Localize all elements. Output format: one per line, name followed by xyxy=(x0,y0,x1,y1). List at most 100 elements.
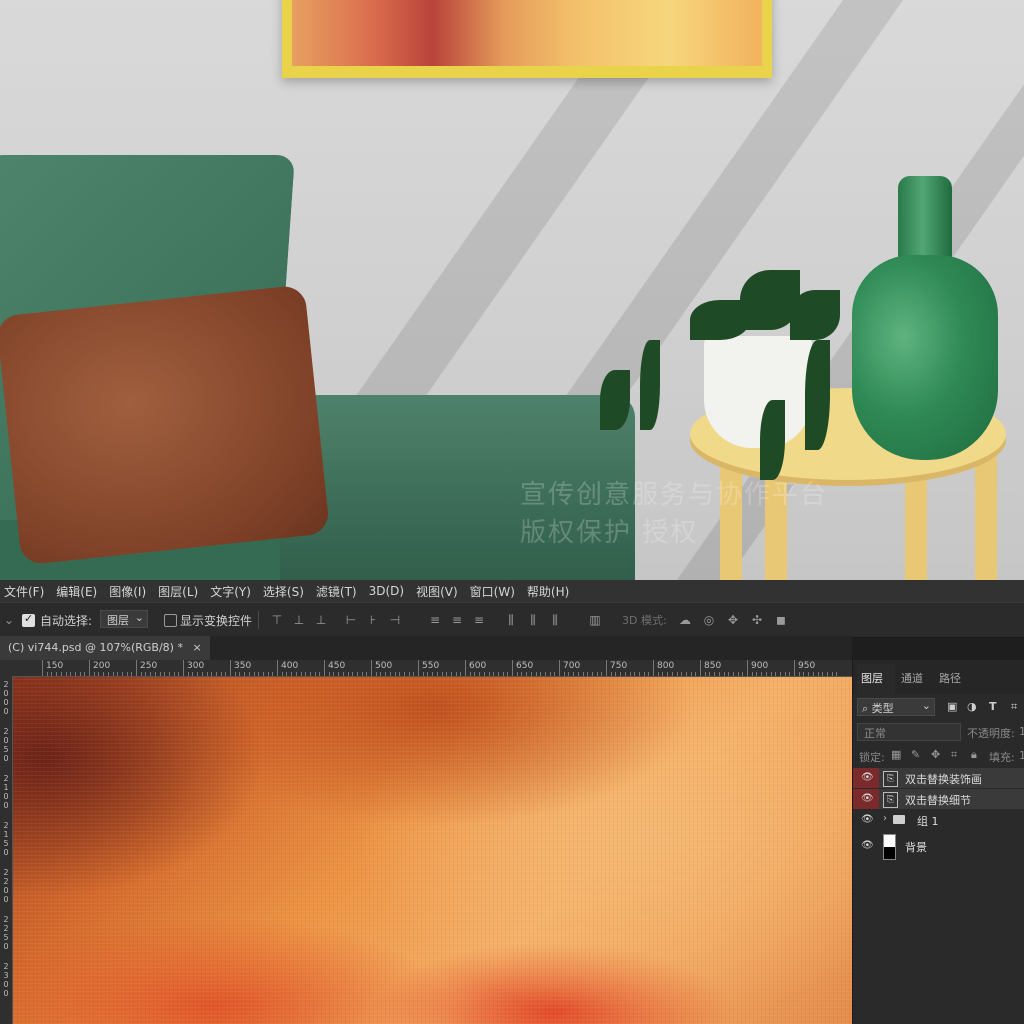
auto-select-checkbox[interactable] xyxy=(22,612,35,627)
ruler-tick xyxy=(187,672,189,676)
ruler-tick xyxy=(446,672,448,676)
layer-filter-value: 类型 xyxy=(871,702,894,715)
ruler-label: 850 xyxy=(704,661,722,671)
ruler-tick xyxy=(286,672,288,676)
menu-help[interactable]: 帮助(H) xyxy=(523,583,577,600)
ruler-tick xyxy=(723,672,725,676)
mockup-scene: 宣传创意服务与协作平台 版权保护 授权 xyxy=(0,0,1024,580)
ruler-tick xyxy=(615,672,617,676)
table-leg xyxy=(975,450,997,580)
eye-icon[interactable]: 👁︎ xyxy=(861,814,875,826)
close-icon[interactable]: × xyxy=(192,641,201,654)
menu-filter[interactable]: 滤镜(T) xyxy=(312,583,365,600)
roll-3d-icon[interactable]: ◎ xyxy=(702,613,716,627)
ruler-label: 2000 xyxy=(3,680,9,716)
lock-image-icon[interactable]: ✎ xyxy=(911,748,920,761)
tab-paths[interactable]: 路径 xyxy=(939,670,961,686)
menu-select[interactable]: 选择(S) xyxy=(259,583,312,600)
slide-3d-icon[interactable]: ✣ xyxy=(750,613,764,627)
eye-icon[interactable]: 👁︎ xyxy=(861,840,875,852)
ruler-tick xyxy=(79,672,81,676)
fill-value[interactable]: 1 xyxy=(1019,749,1024,762)
opacity-value[interactable]: 1 xyxy=(1019,725,1024,738)
ruler-tick xyxy=(366,672,368,676)
document-canvas[interactable] xyxy=(13,677,852,1024)
align-hcenter-icon[interactable]: ⊦ xyxy=(366,613,380,627)
distribute-right-icon[interactable]: ⫼ xyxy=(548,613,562,627)
ruler-label: 700 xyxy=(563,661,581,671)
plant-leaf xyxy=(760,400,785,480)
layer-row[interactable]: 👁︎ ⎘ 双击替换装饰画 xyxy=(853,768,1024,788)
menu-3d[interactable]: 3D(D) xyxy=(365,584,412,598)
layer-filter-dropdown[interactable]: ⌕ 类型 ⌄ xyxy=(857,698,935,716)
chevron-right-icon[interactable]: › xyxy=(883,813,887,824)
ruler-label: 2250 xyxy=(3,915,9,951)
plant-leaf xyxy=(805,340,830,450)
ruler-tick xyxy=(516,672,518,676)
blend-mode-dropdown[interactable]: 正常 xyxy=(857,723,961,741)
menu-image[interactable]: 图像(I) xyxy=(105,583,154,600)
ruler-tick xyxy=(164,672,166,676)
layer-row[interactable]: 👁︎ › 组 1 xyxy=(853,810,1024,830)
ruler-tick xyxy=(356,672,358,676)
auto-select-target-dropdown[interactable]: 图层 ⌄ xyxy=(100,610,148,628)
orbit-3d-icon[interactable]: ☁ xyxy=(678,613,692,627)
ruler-tick xyxy=(361,672,363,676)
menu-layer[interactable]: 图层(L) xyxy=(154,583,206,600)
panel-tabs: 图层 通道 路径 xyxy=(853,660,1024,694)
menu-window[interactable]: 窗口(W) xyxy=(466,583,523,600)
ruler-label: 650 xyxy=(516,661,534,671)
ruler-tick xyxy=(775,672,777,676)
lock-artboard-icon[interactable]: ⌗ xyxy=(951,748,957,762)
folder-icon xyxy=(893,815,905,824)
ruler-label: 200 xyxy=(93,661,111,671)
ruler-tick xyxy=(469,672,471,676)
lock-transparency-icon[interactable]: ▦ xyxy=(891,748,901,761)
ruler-tick xyxy=(497,672,499,676)
distribute-bottom-icon[interactable]: ≡ xyxy=(472,613,486,627)
ruler-tick xyxy=(559,660,560,676)
show-transform-checkbox[interactable] xyxy=(164,614,177,627)
ruler-tick xyxy=(51,672,53,676)
ruler-tick xyxy=(371,660,372,676)
align-top-icon[interactable]: ⊤ xyxy=(270,613,284,627)
filter-pixel-icon[interactable]: ▣ xyxy=(947,700,957,713)
ruler-tick xyxy=(465,660,466,676)
lock-all-icon[interactable]: 🔒︎ xyxy=(971,748,977,762)
distribute-hcenter-icon[interactable]: ⫼ xyxy=(526,613,540,627)
camera-3d-icon[interactable]: ◼ xyxy=(774,613,788,627)
menu-view[interactable]: 视图(V) xyxy=(412,583,466,600)
menu-edit[interactable]: 编辑(E) xyxy=(52,583,105,600)
filter-shape-icon[interactable]: ⌗ xyxy=(1011,700,1017,714)
tab-layers[interactable]: 图层 xyxy=(861,670,883,686)
layer-row[interactable]: 👁︎ ⎘ 双击替换细节 xyxy=(853,789,1024,809)
filter-type-icon[interactable]: T xyxy=(989,700,997,713)
ruler-tick xyxy=(46,672,48,676)
ruler-label: 950 xyxy=(798,661,816,671)
ruler-tick xyxy=(718,672,720,676)
smart-object-icon: ⎘ xyxy=(883,771,898,787)
lock-position-icon[interactable]: ✥ xyxy=(931,748,940,761)
ruler-tick xyxy=(328,672,330,676)
auto-align-icon[interactable]: ▥ xyxy=(588,613,602,627)
filter-adjustment-icon[interactable]: ◑ xyxy=(967,700,977,713)
align-bottom-icon[interactable]: ⊥ xyxy=(314,613,328,627)
green-vase xyxy=(852,255,998,460)
document-tab[interactable]: (C) vi744.psd @ 107%(RGB/8) * × xyxy=(0,636,210,660)
ruler-tick xyxy=(596,672,598,676)
distribute-top-icon[interactable]: ≡ xyxy=(428,613,442,627)
align-left-icon[interactable]: ⊢ xyxy=(344,613,358,627)
align-right-icon[interactable]: ⊣ xyxy=(388,613,402,627)
ruler-tick xyxy=(211,672,213,676)
ruler-tick xyxy=(305,672,307,676)
distribute-vcenter-icon[interactable]: ≡ xyxy=(450,613,464,627)
layer-row[interactable]: 👁︎ 背景 xyxy=(853,832,1024,860)
menu-file[interactable]: 文件(F) xyxy=(0,583,52,600)
chevron-down-icon[interactable]: ⌄ xyxy=(2,613,16,627)
ruler-tick xyxy=(606,660,607,676)
distribute-left-icon[interactable]: ⫼ xyxy=(504,613,518,627)
menu-type[interactable]: 文字(Y) xyxy=(206,583,259,600)
align-vcenter-icon[interactable]: ⊥ xyxy=(292,613,306,627)
drag-3d-icon[interactable]: ✥ xyxy=(726,613,740,627)
tab-channels[interactable]: 通道 xyxy=(901,670,923,686)
